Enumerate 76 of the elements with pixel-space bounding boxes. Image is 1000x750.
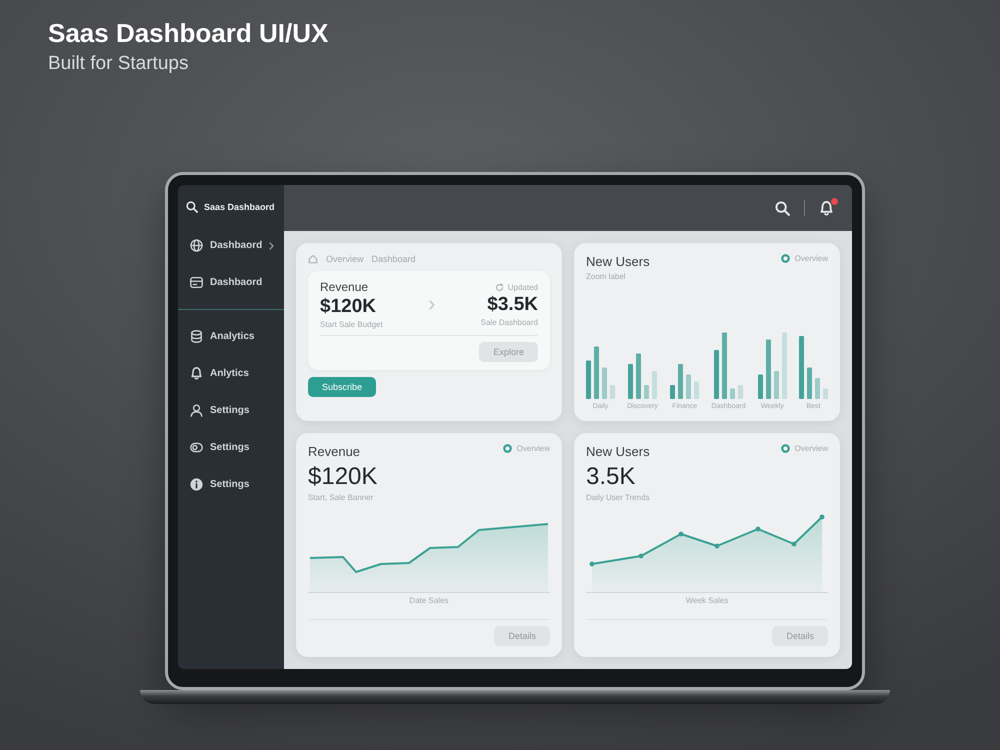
chart-point xyxy=(756,526,760,532)
toggle-icon xyxy=(190,441,203,454)
chart-bar xyxy=(694,382,700,399)
metric-value: $120K xyxy=(308,463,378,491)
chart-point xyxy=(820,514,824,520)
chart-bar xyxy=(738,385,743,399)
chart-point xyxy=(590,562,594,566)
info-icon xyxy=(190,478,203,491)
card-title: New Users xyxy=(586,254,650,269)
chart-bar xyxy=(823,388,828,399)
chart-bar xyxy=(686,374,692,399)
chart-bar xyxy=(799,336,804,399)
legend-label: Overview xyxy=(794,254,828,263)
chart-bar xyxy=(730,388,735,399)
nav-item[interactable]: Settings xyxy=(186,468,276,501)
axis-label: Date Sales xyxy=(408,596,450,605)
chart-bar xyxy=(644,385,650,399)
chart-bar xyxy=(722,332,727,399)
chart-point xyxy=(638,554,644,558)
nav-item[interactable]: Settings xyxy=(186,431,276,464)
page-subtitle: Built for Startups xyxy=(48,52,190,76)
sidebar-title: Saas Dashbaord xyxy=(204,202,275,212)
metric-label: Revenue xyxy=(320,280,370,294)
home-icon xyxy=(308,254,318,264)
chart-point xyxy=(714,544,720,548)
metric-caption: Sale Dashboard xyxy=(480,318,538,326)
chart-bar xyxy=(774,371,779,399)
chevron-right-icon xyxy=(428,300,435,310)
ring-icon xyxy=(502,444,512,453)
nav-item[interactable]: Analytics xyxy=(186,320,276,353)
search-icon[interactable] xyxy=(186,201,198,213)
bell-icon xyxy=(190,367,203,380)
chart-bar xyxy=(815,378,820,399)
card-caption: Zoom label xyxy=(586,272,627,281)
card-icon xyxy=(190,276,203,289)
metric-value: $3.5K xyxy=(487,294,538,316)
nav-item[interactable]: Dashbaord xyxy=(186,229,276,262)
chart-bar xyxy=(678,364,684,399)
chart-bar xyxy=(628,364,634,399)
chart-bar xyxy=(758,374,763,399)
axis-label: Week Sales xyxy=(684,596,730,605)
ring-icon xyxy=(780,444,790,453)
chart-bar xyxy=(807,368,812,399)
chart-bar xyxy=(714,350,719,399)
chart-bar xyxy=(602,368,607,399)
globe-icon xyxy=(190,239,203,252)
chart-bar xyxy=(670,385,676,399)
card-caption: Start, Sale Banner xyxy=(308,493,374,502)
page-title: Saas Dashboard UI/UX xyxy=(48,18,330,48)
chart-bar xyxy=(586,360,591,399)
chart-point xyxy=(792,542,796,546)
card-caption: Daily User Trends xyxy=(586,493,651,502)
nav-item[interactable]: Anlytics xyxy=(186,357,276,390)
chart-bar xyxy=(610,385,615,399)
search-icon[interactable] xyxy=(775,200,790,216)
card-title: New Users xyxy=(586,444,650,459)
nav-item[interactable]: Dashbaord xyxy=(186,266,276,299)
database-icon xyxy=(190,330,203,343)
card-title: Revenue xyxy=(308,444,360,459)
chart-bar xyxy=(782,332,787,399)
chart-point xyxy=(678,532,684,536)
tag-label: Updated xyxy=(508,282,538,292)
nav-item[interactable]: Settings xyxy=(186,394,276,427)
chart-bar xyxy=(766,340,771,399)
metric-value: 3.5K xyxy=(586,463,636,491)
legend-label: Overview xyxy=(794,444,828,453)
metric-value: $120K xyxy=(320,296,377,318)
ring-icon xyxy=(780,254,790,263)
legend-label: Overview xyxy=(516,444,550,453)
refresh-icon xyxy=(494,282,504,292)
chart-bar xyxy=(652,371,658,399)
chart-bar xyxy=(594,346,599,399)
user-icon xyxy=(190,404,203,417)
metric-caption: Start Sale Budget xyxy=(320,320,383,329)
bell-icon[interactable] xyxy=(819,200,834,216)
chart-bar xyxy=(636,354,642,399)
